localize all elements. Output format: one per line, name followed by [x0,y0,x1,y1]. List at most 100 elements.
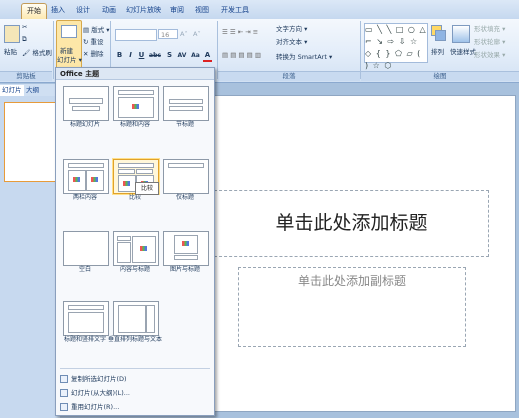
layout-subtitle-bar [72,106,100,111]
layout-content-left [118,175,136,192]
paste-icon[interactable] [4,25,20,43]
layout-caption-bar [174,255,198,260]
layout-two-content[interactable]: 两栏内容 [62,158,109,208]
tab-home[interactable]: 开始 [21,3,47,19]
layout-name: 垂直排列标题与文本 [108,336,163,343]
layout-thumbnail [63,159,109,194]
cut-icon: ✂ [22,23,28,31]
convert-smartart-button[interactable]: 转换为 SmartArt ▾ [276,51,332,61]
slides-from-outline-command[interactable]: 幻灯片(从大纲)(L)... [60,387,210,399]
bullets-icon[interactable]: ☰ ☰ ⇤ ⇥ ≡ [222,28,258,36]
font-color-button[interactable]: A [203,51,212,62]
shape-outline-button[interactable]: 形状轮廓 ▾ [474,36,505,46]
text-direction-button[interactable]: 文字方向 ▾ [276,23,307,33]
layout-name: 图片与标题 [169,266,200,273]
layout-text-box [118,305,146,333]
shadow-button[interactable]: S [165,51,174,60]
tab-outline-panel[interactable]: 大纲 [24,85,41,96]
shapes-gallery[interactable]: ▭ ╲ ╲ □ ○ △ ⌐ ↘ ⇨ ⇩ ☆ ◇ { } ⬠ ▱ ( ) ☆ ⬡ [364,23,428,70]
layout-title-bar [118,90,154,95]
layout-vertical-title-and-text[interactable]: 垂直排列标题与文本 [108,300,162,350]
font-name-select[interactable] [115,29,157,41]
layout-caption-box [117,242,131,263]
layout-title-and-vertical-text[interactable]: 标题和竖排文字 [62,300,109,350]
reuse-slides-command[interactable]: 重用幻灯片(R)... [60,401,210,413]
layout-blank[interactable]: 空白 [62,230,109,280]
slide-thumbnail[interactable] [4,102,58,182]
layout-picture-box [174,235,198,254]
font-size-select[interactable]: 16 [158,29,178,39]
outline-icon [60,389,68,397]
layout-heading-right [136,169,153,174]
layout-content-right [86,170,104,191]
layout-thumbnail [113,86,159,121]
paste-button[interactable]: 粘贴 [4,46,17,56]
tab-design[interactable]: 设计 [71,3,95,18]
layout-thumbnail [63,231,109,266]
layout-content-with-caption[interactable]: 内容与标题 [112,230,159,280]
content-icons [140,246,147,251]
strikethrough-button[interactable]: abc [148,51,162,60]
layout-title-and-content[interactable]: 标题和内容 [112,85,159,135]
layout-thumbnail [163,231,209,266]
layout-name: 标题和内容 [119,121,150,128]
duplicate-slides-command[interactable]: 复制所选幻灯片(D) [60,373,210,385]
quick-styles-icon[interactable] [452,25,470,43]
new-slide-button[interactable]: 新建 幻灯片 ▾ [56,20,82,74]
reset-button[interactable]: ↻ 重设 [83,36,104,46]
tab-review[interactable]: 审阅 [165,3,189,18]
layout-thumbnail [113,301,159,336]
delete-button[interactable]: ✕ 删除 [83,48,104,58]
shape-fill-button[interactable]: 形状填充 ▾ [474,23,505,33]
change-case-button[interactable]: Aa [190,51,201,60]
content-icons [73,177,80,182]
character-spacing-button[interactable]: AV [176,51,188,60]
tab-developer[interactable]: 开发工具 [216,3,254,18]
content-icons [91,177,98,182]
title-placeholder[interactable]: 单击此处添加标题 [214,190,489,257]
layout-name: 空白 [78,266,91,273]
arrange-button[interactable]: 排列 [431,46,444,56]
layout-title-bar [169,99,203,104]
italic-button[interactable]: I [126,51,135,60]
layout-title-only[interactable]: 仅标题 [162,158,209,208]
align-icons[interactable]: ▤ ▤ ▤ ▤ ▥ [222,51,261,59]
tab-slide-show[interactable]: 幻灯片放映 [121,3,166,18]
subtitle-placeholder[interactable]: 单击此处添加副标题 [238,267,466,347]
paragraph-group-label: 段落 [218,71,360,81]
layout-title-bar [118,163,154,168]
gallery-separator [60,368,210,369]
align-text-button[interactable]: 对齐文本 ▾ [276,36,307,46]
grow-font-icon[interactable]: A˄ [180,30,188,38]
copy-icon: ⧉ [22,35,27,43]
tab-animations[interactable]: 动画 [97,3,121,18]
layout-thumbnail [163,86,209,121]
format-painter-button[interactable]: 🖌 格式刷 [22,47,52,57]
layout-name: 两栏内容 [72,194,97,201]
shrink-font-icon[interactable]: A˅ [193,30,201,38]
format-painter-icon: 🖌 [22,49,31,57]
tab-insert[interactable]: 插入 [46,3,70,18]
layout-content-left [68,170,86,191]
layout-name: 比较 [128,194,141,201]
layout-thumbnail [163,159,209,194]
tab-view[interactable]: 视图 [190,3,214,18]
arrange-icon[interactable] [431,25,446,41]
layout-title-bar [68,163,104,168]
tab-slides-panel[interactable]: 幻灯片 [0,85,24,96]
drawing-group-label: 绘图 [361,71,519,81]
layout-button[interactable]: ▤ 版式 ▾ [83,24,110,34]
copy-button[interactable]: ⧉ [22,35,27,44]
layout-title-bar [168,163,204,168]
layout-section-header[interactable]: 节标题 [162,85,209,135]
layout-title-slide[interactable]: 标题幻灯片 [62,85,109,135]
reuse-slides-icon [60,403,68,411]
layout-picture-with-caption[interactable]: 图片与标题 [162,230,209,280]
bold-button[interactable]: B [115,51,124,60]
cut-button[interactable]: ✂ [22,23,27,31]
quick-styles-button[interactable]: 快速样式 [450,46,476,56]
shape-effects-button[interactable]: 形状效果 ▾ [474,49,505,59]
underline-button[interactable]: U [137,51,146,60]
layout-thumbnail [113,231,159,266]
layout-heading-left [118,169,135,174]
